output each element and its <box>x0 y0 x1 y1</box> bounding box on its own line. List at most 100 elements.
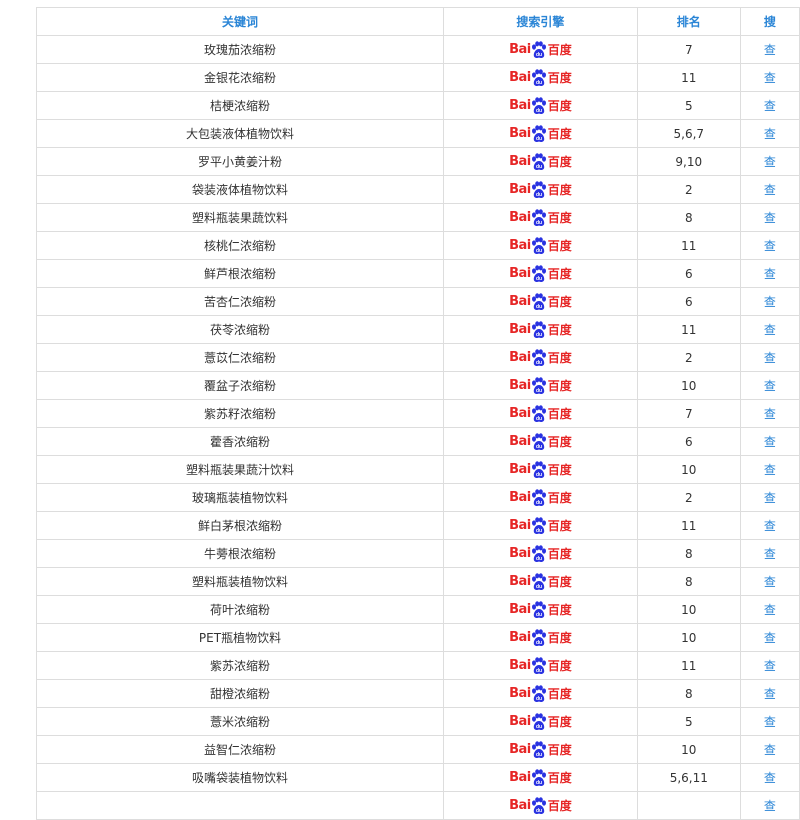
baidu-paw-icon: du <box>531 180 546 198</box>
view-link-cell[interactable]: 查 <box>739 35 800 64</box>
search-engine-cell: Bai du 百度 <box>443 791 638 820</box>
table-row: 吸嘴袋装植物饮料 Bai du 百度 5,6,11 查 <box>35 763 800 792</box>
search-engine-cell: Bai du 百度 <box>443 427 638 456</box>
baidu-logo-latin: Bai <box>509 378 531 393</box>
view-link[interactable]: 查 <box>764 631 776 645</box>
view-link-cell[interactable]: 查 <box>739 483 800 512</box>
view-link-cell[interactable]: 查 <box>739 147 800 176</box>
view-link-cell[interactable]: 查 <box>739 651 800 680</box>
svg-text:du: du <box>536 724 542 730</box>
keyword-cell: 藿香浓缩粉 <box>35 427 445 456</box>
view-link[interactable]: 查 <box>764 659 776 673</box>
view-link-cell[interactable]: 查 <box>739 539 800 568</box>
view-link-cell[interactable]: 查 <box>739 763 800 792</box>
search-engine-cell: Bai du 百度 <box>443 315 638 344</box>
baidu-logo-latin: Bai <box>509 406 531 421</box>
view-link[interactable]: 查 <box>764 127 776 141</box>
baidu-logo-chinese: 百度 <box>547 351 572 365</box>
rank-cell: 8 <box>636 679 741 708</box>
view-link[interactable]: 查 <box>764 211 776 225</box>
table-row: 袋装液体植物饮料 Bai du 百度 2 查 <box>35 175 800 204</box>
view-link-cell[interactable]: 查 <box>739 511 800 540</box>
view-link[interactable]: 查 <box>764 519 776 533</box>
view-link[interactable]: 查 <box>764 715 776 729</box>
rank-cell: 2 <box>636 175 741 204</box>
rank-cell: 11 <box>636 63 741 92</box>
table-row: 薏苡仁浓缩粉 Bai du 百度 2 查 <box>35 343 800 372</box>
view-link-cell[interactable]: 查 <box>739 399 800 428</box>
baidu-logo-latin: Bai <box>509 322 531 337</box>
view-link[interactable]: 查 <box>764 323 776 337</box>
rank-cell: 10 <box>636 371 741 400</box>
baidu-logo-latin: Bai <box>509 742 531 757</box>
baidu-logo-chinese: 百度 <box>547 43 572 57</box>
search-engine-cell: Bai du 百度 <box>443 343 638 372</box>
view-link[interactable]: 查 <box>764 267 776 281</box>
table-row: 益智仁浓缩粉 Bai du 百度 10 查 <box>35 735 800 764</box>
view-link-cell[interactable]: 查 <box>739 623 800 652</box>
view-link[interactable]: 查 <box>764 99 776 113</box>
view-link-cell[interactable]: 查 <box>739 231 800 260</box>
svg-text:du: du <box>536 808 542 814</box>
svg-text:du: du <box>536 556 542 562</box>
view-link[interactable]: 查 <box>764 491 776 505</box>
rank-cell: 11 <box>636 511 741 540</box>
view-link[interactable]: 查 <box>764 43 776 57</box>
baidu-logo-chinese: 百度 <box>547 463 572 477</box>
view-link-cell[interactable]: 查 <box>739 455 800 484</box>
view-link[interactable]: 查 <box>764 239 776 253</box>
table-row: Bai du 百度 查 <box>35 791 800 820</box>
keyword-cell: 罗平小黄姜汁粉 <box>35 147 445 176</box>
view-link-cell[interactable]: 查 <box>739 287 800 316</box>
view-link-cell[interactable]: 查 <box>739 567 800 596</box>
baidu-logo-icon: Bai du 百度 <box>509 346 572 370</box>
view-link[interactable]: 查 <box>764 183 776 197</box>
table-row: 藿香浓缩粉 Bai du 百度 6 查 <box>35 427 800 456</box>
view-link[interactable]: 查 <box>764 547 776 561</box>
view-link[interactable]: 查 <box>764 435 776 449</box>
view-link-cell[interactable]: 查 <box>739 427 800 456</box>
view-link-cell[interactable]: 查 <box>739 259 800 288</box>
view-link-cell[interactable]: 查 <box>739 791 800 820</box>
search-engine-cell: Bai du 百度 <box>443 567 638 596</box>
view-link-cell[interactable]: 查 <box>739 707 800 736</box>
view-link-cell[interactable]: 查 <box>739 203 800 232</box>
view-link-cell[interactable]: 查 <box>739 175 800 204</box>
search-engine-cell: Bai du 百度 <box>443 539 638 568</box>
view-link-cell[interactable]: 查 <box>739 119 800 148</box>
view-link[interactable]: 查 <box>764 799 776 813</box>
baidu-logo-latin: Bai <box>509 770 531 785</box>
view-link[interactable]: 查 <box>764 71 776 85</box>
view-link[interactable]: 查 <box>764 379 776 393</box>
view-link-cell[interactable]: 查 <box>739 679 800 708</box>
keyword-cell: 薏苡仁浓缩粉 <box>35 343 445 372</box>
view-link-cell[interactable]: 查 <box>739 315 800 344</box>
view-link-cell[interactable]: 查 <box>739 91 800 120</box>
view-link-cell[interactable]: 查 <box>739 371 800 400</box>
header-partial: 搜 <box>739 7 800 36</box>
view-link[interactable]: 查 <box>764 603 776 617</box>
view-link-cell[interactable]: 查 <box>739 63 800 92</box>
baidu-logo-icon: Bai du 百度 <box>509 402 572 426</box>
table-row: 甜橙浓缩粉 Bai du 百度 8 查 <box>35 679 800 708</box>
view-link[interactable]: 查 <box>764 351 776 365</box>
baidu-paw-icon: du <box>531 656 546 674</box>
view-link[interactable]: 查 <box>764 295 776 309</box>
baidu-logo-latin: Bai <box>509 210 531 225</box>
view-link-cell[interactable]: 查 <box>739 595 800 624</box>
keyword-cell <box>35 791 445 820</box>
view-link[interactable]: 查 <box>764 575 776 589</box>
baidu-logo-latin: Bai <box>509 462 531 477</box>
baidu-logo-latin: Bai <box>509 98 531 113</box>
view-link[interactable]: 查 <box>764 463 776 477</box>
view-link[interactable]: 查 <box>764 687 776 701</box>
view-link-cell[interactable]: 查 <box>739 735 800 764</box>
baidu-logo-chinese: 百度 <box>547 771 572 785</box>
view-link[interactable]: 查 <box>764 155 776 169</box>
view-link[interactable]: 查 <box>764 407 776 421</box>
view-link-cell[interactable]: 查 <box>739 343 800 372</box>
view-link[interactable]: 查 <box>764 743 776 757</box>
view-link[interactable]: 查 <box>764 771 776 785</box>
baidu-logo-latin: Bai <box>509 126 531 141</box>
keyword-cell: 核桃仁浓缩粉 <box>35 231 445 260</box>
